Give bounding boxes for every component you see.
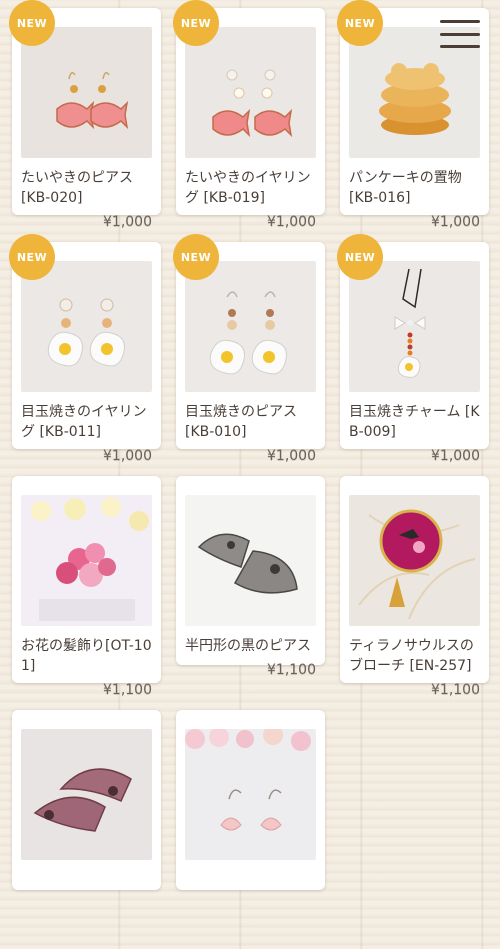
product-image: [185, 729, 316, 860]
product-card[interactable]: NEW 目玉焼きのピアス [KB-010] ¥1,000: [173, 234, 325, 464]
product-title: 目玉焼きのイヤリング [KB-011]: [21, 404, 147, 440]
new-badge: NEW: [337, 0, 383, 46]
product-image: [185, 27, 316, 158]
product-card[interactable]: NEW 目玉焼きチャーム [KB-009] ¥1,000: [337, 234, 489, 464]
product-image: [185, 261, 316, 392]
product-price: ¥1,000: [431, 214, 480, 230]
product-grid: NEW たいやきのピアス [KB-020] ¥1,000 NEW たいやきのイヤ…: [9, 0, 489, 890]
product-card[interactable]: NEW たいやきのピアス [KB-020] ¥1,000: [9, 0, 161, 230]
new-badge: NEW: [9, 0, 55, 46]
product-price: ¥1,000: [267, 448, 316, 464]
new-badge: NEW: [337, 234, 383, 280]
new-badge: NEW: [173, 234, 219, 280]
product-price: ¥1,100: [267, 662, 316, 678]
menu-bar: [440, 32, 480, 36]
product-title: ティラノサウルスのブローチ [EN-257]: [349, 638, 474, 674]
menu-bar: [440, 20, 480, 23]
new-badge: NEW: [9, 234, 55, 280]
product-price: ¥1,000: [103, 448, 152, 464]
product-image: [21, 261, 152, 392]
product-image: [349, 261, 480, 392]
hamburger-menu-icon[interactable]: [440, 20, 480, 48]
product-card[interactable]: [12, 710, 161, 890]
product-card[interactable]: 半円形の黒のピアス ¥1,100: [176, 476, 325, 678]
product-card[interactable]: お花の髪飾り[OT-101] ¥1,100: [12, 476, 161, 698]
product-price: ¥1,000: [431, 448, 480, 464]
product-card[interactable]: ティラノサウルスのブローチ [EN-257] ¥1,100: [340, 476, 489, 698]
product-image: [185, 495, 316, 626]
product-image: [21, 729, 152, 860]
product-card[interactable]: [176, 710, 325, 890]
product-card[interactable]: NEW たいやきのイヤリング [KB-019] ¥1,000: [173, 0, 325, 230]
product-title: 目玉焼きのピアス [KB-010]: [185, 404, 297, 440]
product-card[interactable]: NEW 目玉焼きのイヤリング [KB-011] ¥1,000: [9, 234, 161, 464]
product-price: ¥1,000: [103, 214, 152, 230]
product-title: お花の髪飾り[OT-101]: [21, 638, 152, 674]
product-title: パンケーキの置物 [KB-016]: [349, 170, 462, 206]
product-title: 目玉焼きチャーム [KB-009]: [349, 404, 480, 440]
product-title: 半円形の黒のピアス: [185, 638, 311, 654]
product-image: [21, 27, 152, 158]
product-price: ¥1,100: [431, 682, 480, 698]
product-title: たいやきのピアス [KB-020]: [21, 170, 133, 206]
product-image: [21, 495, 152, 626]
product-price: ¥1,100: [103, 682, 152, 698]
product-image: [349, 495, 480, 626]
menu-bar: [440, 45, 480, 48]
product-title: たいやきのイヤリング [KB-019]: [185, 170, 311, 206]
new-badge: NEW: [173, 0, 219, 46]
product-price: ¥1,000: [267, 214, 316, 230]
